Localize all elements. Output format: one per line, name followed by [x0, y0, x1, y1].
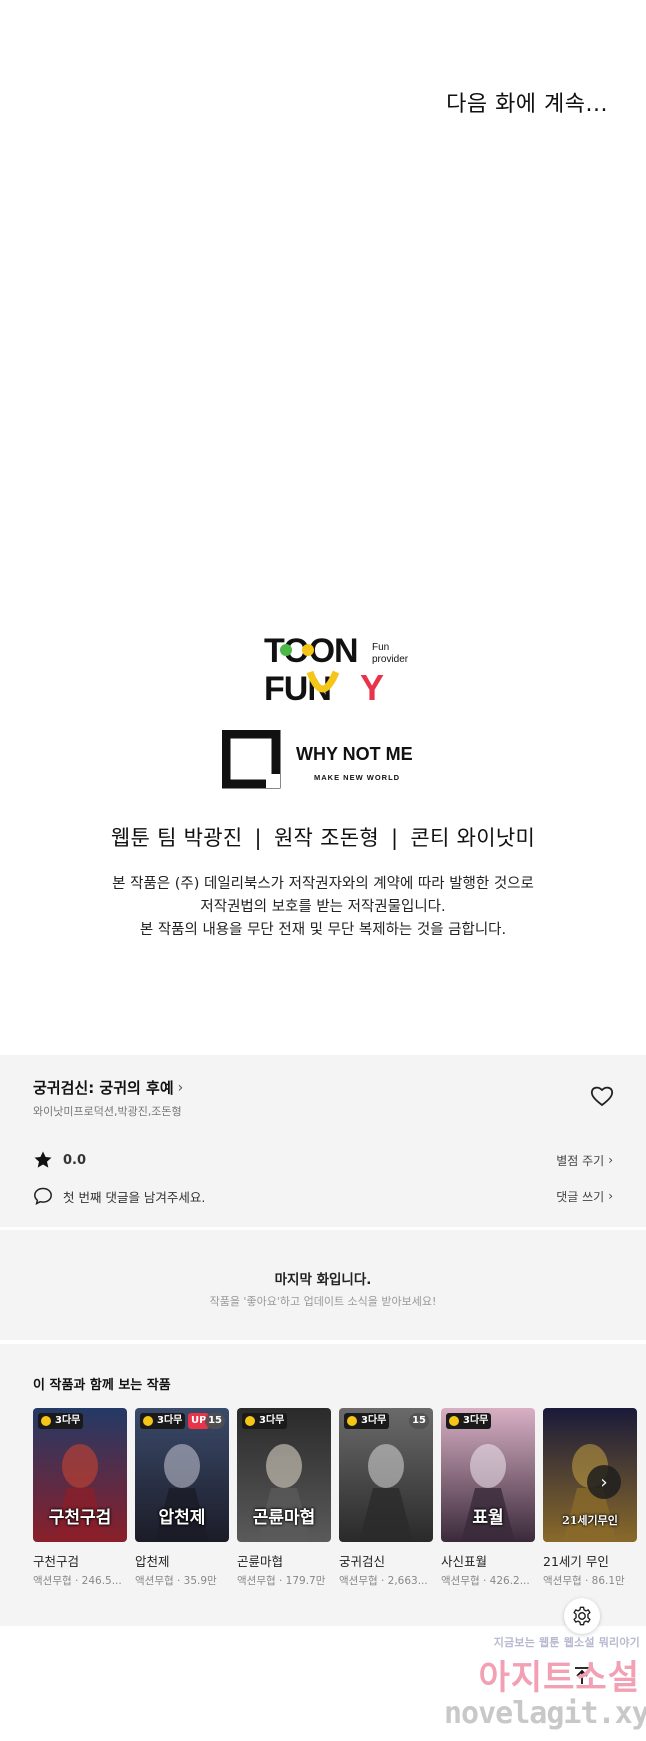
watermark-line1: 지금보는 웹툰 웹소설 뭐리야기: [493, 1636, 640, 1649]
comment-row[interactable]: 첫 번째 댓글을 남겨주세요. 댓글 쓰기 ›: [33, 1185, 613, 1207]
credit-original: 원작 조돈형: [273, 826, 380, 850]
recommendation-meta: 액션무협 · 246.5...: [33, 1575, 122, 1587]
series-authors: 와이낫미프로덕션,박광진,조돈형: [33, 1105, 182, 1118]
recommendation-meta: 액션무협 · 179.7만: [237, 1575, 326, 1587]
toonfunny-logo: TOON FUN Y Fun provider: [264, 632, 409, 704]
age-rating-badge: 15: [205, 1413, 225, 1429]
whynotme-name: WHY NOT ME: [296, 744, 413, 764]
comment-placeholder: 첫 번째 댓글을 남겨주세요.: [63, 1189, 206, 1205]
chevron-right-icon: ›: [600, 1471, 608, 1493]
recommendation-title: 곤륜마협: [237, 1554, 284, 1569]
toonfunny-logo-tag2: provider: [372, 654, 409, 665]
credit-separator: |: [254, 826, 262, 850]
recommendation-title: 사신표월: [441, 1554, 488, 1569]
whynotme-tagline: MAKE NEW WORLD: [314, 773, 400, 782]
recommendation-card[interactable]: 21세기무인 21세기 무인액션무협 · 86.1만: [543, 1408, 637, 1598]
chevron-right-icon: ›: [608, 1189, 613, 1203]
recommendation-title: 압천제: [135, 1554, 170, 1569]
settings-button[interactable]: [564, 1598, 600, 1634]
wait-free-badge: 3다무: [344, 1413, 390, 1429]
recommendation-title: 구천구검: [33, 1554, 80, 1569]
wait-free-badge: 3다무: [446, 1413, 492, 1429]
star-icon: [34, 1151, 52, 1168]
carousel-next-button[interactable]: ›: [587, 1465, 621, 1499]
recommendation-meta: 액션무협 · 2,663...: [339, 1575, 428, 1587]
watermark-line3: novelagit.xyz: [444, 1696, 646, 1731]
write-comment-button[interactable]: 댓글 쓰기 ›: [556, 1188, 613, 1205]
whynotme-logo: WHY NOT ME MAKE NEW WORLD: [221, 729, 432, 790]
chevron-right-icon: ›: [608, 1153, 613, 1167]
rate-button[interactable]: 별점 주기 ›: [556, 1152, 613, 1169]
recommendation-card[interactable]: 곤륜마협 3다무곤륜마협액션무협 · 179.7만: [237, 1408, 331, 1598]
thumbnail-title-art: 21세기무인: [562, 1514, 618, 1527]
wait-free-badge: 3다무: [242, 1413, 288, 1429]
rating-value: 0.0: [63, 1152, 87, 1168]
recommendation-thumbnail: 표월 3다무: [441, 1408, 535, 1542]
thumbnail-title-art: 표월: [472, 1508, 504, 1528]
thumbnail-title-art: 곤륜마협: [252, 1508, 316, 1528]
copyright-notice: 본 작품은 (주) 데일리북스가 저작권자와의 계약에 따라 발행한 것으로 저…: [0, 873, 646, 942]
comment-icon: [34, 1187, 52, 1206]
last-episode-section: 마지막 화입니다. 작품을 '좋아요'하고 업데이트 소식을 받아보세요!: [0, 1230, 646, 1340]
series-info-section: 궁귀검신: 궁귀의 후예 › 와이낫미프로덕션,박광진,조돈형 0.0 별점 주…: [0, 1055, 646, 1227]
recommendation-title: 21세기 무인: [543, 1554, 609, 1569]
chevron-right-icon: ›: [177, 1079, 184, 1096]
recommendation-thumbnail: 구천구검 3다무: [33, 1408, 127, 1542]
recommendation-meta: 액션무협 · 86.1만: [543, 1575, 625, 1587]
recommendation-thumbnail: 압천제 3다무 UP 15: [135, 1408, 229, 1542]
recommendation-thumbnail: 3다무 15: [339, 1408, 433, 1542]
notice-line: 본 작품의 내용을 무단 전재 및 무단 복제하는 것을 금합니다.: [139, 922, 507, 938]
toonfunny-logo-tag1: Fun: [372, 642, 389, 653]
notice-line: 본 작품은 (주) 데일리북스가 저작권자와의 계약에 따라 발행한 것으로: [112, 876, 534, 892]
wait-free-badge: 3다무: [140, 1413, 186, 1429]
recommendations-section: 이 작품과 함께 보는 작품 구천구검 3다무구천구검액션무협 · 246.5..…: [0, 1344, 646, 1626]
rate-button-label: 별점 주기: [556, 1153, 605, 1168]
age-rating-badge: 15: [409, 1413, 429, 1429]
credit-separator: |: [391, 826, 399, 850]
thumbnail-title-art: 압천제: [158, 1508, 206, 1528]
credit-conti: 콘티 와이낫미: [410, 826, 536, 850]
series-title-link[interactable]: 궁귀검신: 궁귀의 후예 ›: [33, 1077, 183, 1098]
gear-icon: [573, 1606, 591, 1626]
recommendation-thumbnail: 곤륜마협 3다무: [237, 1408, 331, 1542]
recommendation-meta: 액션무협 · 35.9만: [135, 1575, 217, 1587]
recommendation-title: 궁귀검신: [339, 1554, 386, 1569]
recommendation-card[interactable]: 3다무 15 궁귀검신액션무협 · 2,663...: [339, 1408, 433, 1598]
recommendations-heading: 이 작품과 함께 보는 작품: [33, 1378, 171, 1393]
comic-end-panel: 다음 화에 계속... TOON FUN Y Fun provider WHY …: [0, 0, 646, 1055]
credits-line: 웹툰 팀 박광진 | 원작 조돈형 | 콘티 와이낫미: [0, 822, 646, 852]
recommendation-meta: 액션무협 · 426.2...: [441, 1575, 530, 1587]
recommendation-card[interactable]: 표월 3다무사신표월액션무협 · 426.2...: [441, 1408, 535, 1598]
series-title: 궁귀검신: 궁귀의 후예: [33, 1079, 174, 1097]
site-watermark: 지금보는 웹툰 웹소설 뭐리야기 아지트소설 novelagit.xyz: [444, 1634, 646, 1734]
rating-row: 0.0 별점 주기 ›: [33, 1149, 613, 1171]
notice-line: 저작권법의 보호를 받는 저작권물입니다.: [200, 899, 446, 915]
credit-webtoon: 웹툰 팀 박광진: [110, 826, 243, 850]
toonfunny-logo-line2b: Y: [360, 667, 384, 704]
watermark-line2: 아지트소설: [478, 1658, 640, 1698]
to-be-continued-text: 다음 화에 계속...: [446, 92, 608, 117]
recommendations-carousel[interactable]: 구천구검 3다무 구천구검 액션무협 · 246.5... 압천제 3다무 UP 15 압천제 액…: [33, 1408, 646, 1598]
recommendation-card[interactable]: 구천구검 3다무구천구검액션무협 · 246.5...: [33, 1408, 127, 1598]
thumbnail-title-art: 구천구검: [48, 1508, 112, 1528]
last-episode-title: 마지막 화입니다.: [274, 1272, 372, 1288]
write-comment-label: 댓글 쓰기: [556, 1189, 605, 1204]
last-episode-subtitle: 작품을 '좋아요'하고 업데이트 소식을 받아보세요!: [209, 1295, 437, 1308]
wait-free-badge: 3다무: [38, 1413, 84, 1429]
recommendation-card[interactable]: 압천제 3다무 UP 15 압천제 액션무협 · 35.9만: [135, 1408, 229, 1598]
heart-icon[interactable]: [590, 1085, 614, 1107]
